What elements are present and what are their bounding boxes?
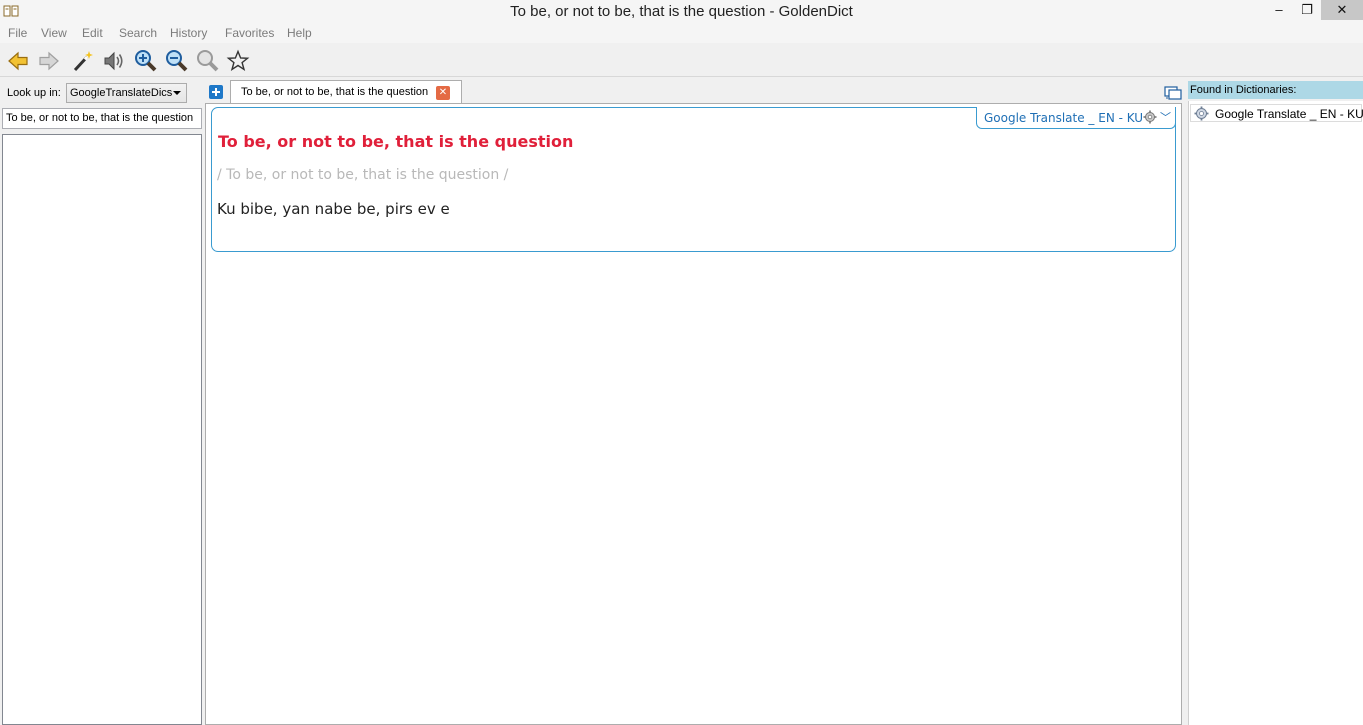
forward-button[interactable]: [36, 48, 62, 74]
tab-article[interactable]: To be, or not to be, that is the questio…: [230, 80, 462, 104]
menu-bar: File View Edit Search History Favorites …: [0, 23, 1363, 43]
back-icon: [8, 51, 28, 71]
found-in-dictionaries-header: Found in Dictionaries:: [1188, 81, 1363, 99]
back-button[interactable]: [5, 48, 31, 74]
zoom-in-icon: [135, 50, 157, 72]
search-input[interactable]: To be, or not to be, that is the questio…: [2, 108, 202, 129]
goldendict-window: To be, or not to be, that is the questio…: [0, 0, 1363, 725]
magic-wand-icon: [73, 51, 93, 72]
menu-search[interactable]: Search: [119, 26, 157, 40]
forward-icon: [39, 51, 59, 71]
menu-help[interactable]: Help: [287, 26, 312, 40]
close-button[interactable]: ✕: [1321, 0, 1363, 20]
dictionary-group-value: GoogleTranslateDics: [70, 87, 173, 99]
found-dictionary-item[interactable]: Google Translate _ EN - KU: [1190, 104, 1363, 122]
zoom-reset-button[interactable]: [194, 48, 220, 74]
dictionary-title-tab[interactable]: Google Translate _ EN - KU ﹀: [976, 107, 1176, 129]
translation-text: Ku bibe, yan nabe be, pirs ev e: [217, 200, 450, 218]
headword: To be, or not to be, that is the questio…: [218, 132, 574, 151]
maximize-button[interactable]: ❐: [1293, 0, 1321, 20]
speaker-icon: [104, 51, 123, 71]
toolbar: [0, 43, 1363, 77]
zoom-out-button[interactable]: [163, 48, 189, 74]
zoom-in-button[interactable]: [132, 48, 158, 74]
tabs-list-icon[interactable]: [1164, 84, 1182, 100]
found-dictionary-label: Google Translate _ EN - KU: [1215, 107, 1363, 121]
dictionary-group-select[interactable]: GoogleTranslateDics: [66, 83, 187, 103]
word-list[interactable]: [2, 134, 202, 725]
tab-close-icon[interactable]: ✕: [436, 86, 450, 100]
menu-edit[interactable]: Edit: [82, 26, 103, 40]
minimize-button[interactable]: –: [1265, 0, 1293, 20]
found-dictionaries-list: [1188, 101, 1363, 725]
chevron-down-icon: ﹀: [1160, 112, 1171, 124]
tab-label: To be, or not to be, that is the questio…: [241, 86, 429, 98]
dropdown-arrow-icon: [173, 91, 181, 95]
pronounce-button[interactable]: [101, 48, 127, 74]
lookup-label: Look up in:: [7, 87, 61, 99]
add-to-favorites-button[interactable]: [225, 48, 251, 74]
scan-popup-button[interactable]: [70, 48, 96, 74]
transcription: / To be, or not to be, that is the quest…: [217, 167, 509, 183]
title-bar: To be, or not to be, that is the questio…: [0, 0, 1363, 23]
dictionary-title: Google Translate _ EN - KU: [984, 111, 1144, 125]
zoom-reset-icon: [197, 50, 219, 72]
favorite-star-icon: [226, 49, 250, 71]
menu-file[interactable]: File: [8, 26, 27, 40]
menu-favorites[interactable]: Favorites: [225, 26, 274, 40]
window-title: To be, or not to be, that is the questio…: [510, 3, 853, 20]
new-tab-icon[interactable]: [209, 85, 223, 99]
zoom-out-icon: [166, 50, 188, 72]
gear-icon: [1143, 110, 1157, 124]
menu-history[interactable]: History: [170, 26, 207, 40]
menu-view[interactable]: View: [41, 26, 67, 40]
gear-icon: [1194, 106, 1209, 121]
